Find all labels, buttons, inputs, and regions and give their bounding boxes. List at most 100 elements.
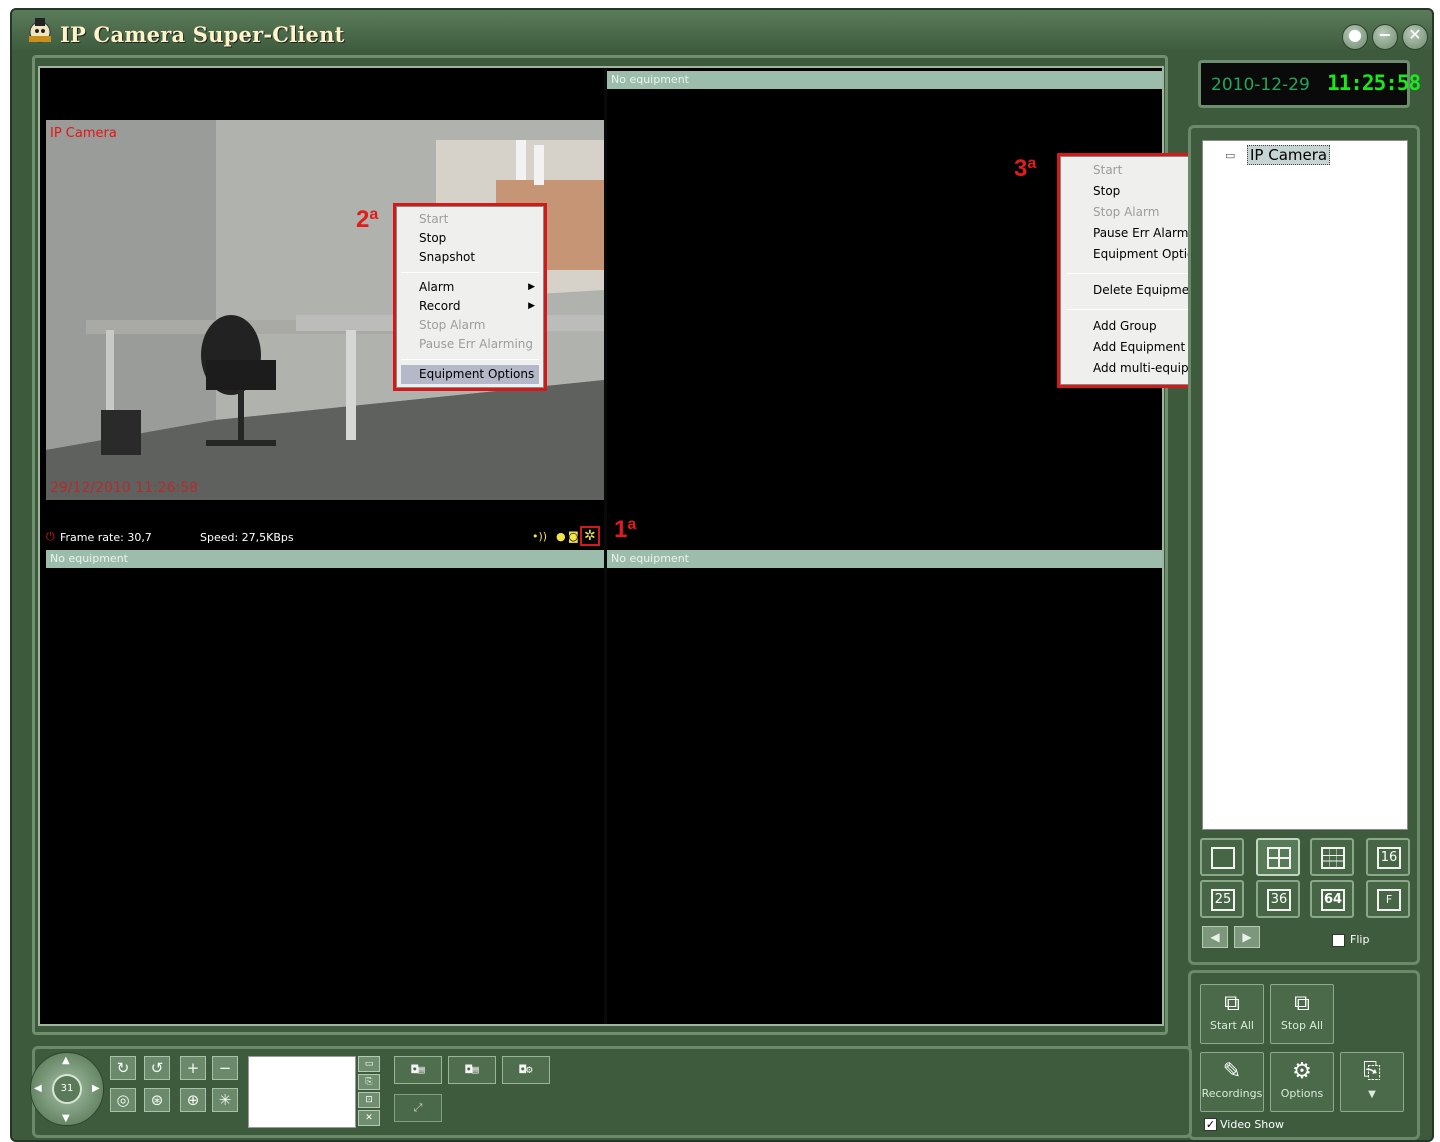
layout-64-button[interactable]: 64 (1310, 880, 1354, 918)
layout-1-button[interactable] (1200, 838, 1244, 876)
options-icon: ⚙ (1292, 1059, 1312, 1084)
ptz-speed-value[interactable]: 31 (52, 1074, 82, 1104)
iris-button[interactable]: ⊛ (144, 1088, 170, 1112)
layout-16-button[interactable]: 16 (1366, 838, 1410, 876)
next-page-button[interactable]: ▶ (1234, 926, 1260, 948)
stop-all-button[interactable]: ⧉ Stop All (1270, 984, 1334, 1044)
close-button[interactable]: ✕ (1402, 24, 1428, 50)
settings-gear-icon[interactable]: ✲ (582, 528, 598, 544)
callout-3: 3a (1014, 155, 1037, 182)
arrow-right-icon[interactable]: ▶ (92, 1083, 100, 1094)
camera-name-overlay: IP Camera (50, 126, 117, 141)
preset-delete-button[interactable]: ✕ (358, 1110, 380, 1126)
snapshot-icon[interactable]: ◙ (568, 530, 579, 543)
menu-item-start[interactable]: Start (397, 210, 543, 229)
layout-64-label: 64 (1321, 889, 1345, 911)
arrow-up-icon[interactable]: ▲ (62, 1055, 70, 1066)
stop-all-icon: ⧉ (1294, 991, 1310, 1016)
audio-icon[interactable]: •)) (532, 530, 547, 543)
prev-page-button[interactable]: ◀ (1202, 926, 1228, 948)
layout-36-label: 36 (1267, 889, 1291, 911)
record-dot-icon[interactable]: ● (556, 530, 566, 543)
video-show-checkbox[interactable]: ✓ (1204, 1118, 1217, 1131)
layout-full-label: F (1377, 889, 1401, 911)
video-grid: No equipment IP Camera 29/12/2010 11:26:… (38, 66, 1164, 1026)
preset-preview (248, 1056, 356, 1128)
menu-item-stop-alarm[interactable]: Stop Alarm (397, 316, 543, 335)
menu-separator (401, 359, 539, 360)
camera-context-menu: Start Stop Snapshot Alarm ▶ Record ▶ Stop … (396, 206, 544, 388)
layout-full-button[interactable]: F (1366, 880, 1410, 918)
ptz-direction-pad[interactable]: 31 ▲ ▼ ◀ ▶ (30, 1052, 104, 1126)
device-tree[interactable]: ▭ IP Camera (1202, 140, 1408, 830)
menu-item-equipment-options[interactable]: Equipment Options (401, 365, 539, 384)
submenu-arrow-icon: ▶ (528, 282, 535, 292)
layout-25-label: 25 (1211, 889, 1235, 911)
clock-display: 2010-12-29 11:25:58 (1198, 60, 1421, 108)
layout-25-button[interactable]: 25 (1200, 880, 1244, 918)
arrow-down-icon[interactable]: ▼ (62, 1113, 70, 1124)
quad-view-icon (1267, 847, 1291, 869)
plus-icon: + (186, 1059, 200, 1077)
menu-item-stop[interactable]: Stop (397, 229, 543, 248)
record-all-button[interactable]: ◘▤ (448, 1056, 496, 1084)
zoom-in-button[interactable]: + (180, 1056, 206, 1080)
menu-icon[interactable]: ● (1342, 24, 1368, 50)
start-all-button[interactable]: ⧉ Start All (1200, 984, 1264, 1044)
start-all-icon: ⧉ (1224, 991, 1240, 1016)
recordings-button[interactable]: ✎ Recordings (1200, 1052, 1264, 1112)
options-button[interactable]: ⚙ Options (1270, 1052, 1334, 1112)
center-button[interactable]: ⊕ (180, 1088, 206, 1112)
tree-node-ip-camera[interactable]: IP Camera (1247, 145, 1331, 165)
camera-record-icon: ◘▤ (411, 1063, 425, 1076)
record-single-button[interactable]: ◘▤ (394, 1056, 442, 1084)
menu-item-record[interactable]: Record ▶ (397, 297, 543, 316)
fullscreen-button[interactable]: ⤢ (394, 1094, 442, 1122)
menu-item-alarm[interactable]: Alarm ▶ (397, 278, 543, 297)
more-menu-button[interactable]: ⎘ ▼ (1340, 1052, 1404, 1112)
layout-4-button[interactable] (1256, 838, 1300, 876)
minus-icon: − (218, 1059, 232, 1077)
rotate-cw-button[interactable]: ↻ (110, 1056, 136, 1080)
preset-clip-button[interactable]: ⎘ (358, 1074, 380, 1090)
arrow-left-icon[interactable]: ◀ (34, 1083, 42, 1094)
flip-checkbox[interactable] (1332, 934, 1345, 947)
title-bar[interactable]: IP Camera Super-Client ● − ✕ (12, 10, 1432, 50)
layout-9-button[interactable] (1310, 838, 1354, 876)
layout-16-label: 16 (1377, 847, 1401, 869)
clock-date: 2010-12-29 (1211, 75, 1310, 95)
speed-text: Speed: 27,5KBps (200, 531, 294, 544)
callout-1: 1a (614, 516, 637, 543)
stop-all-label: Stop All (1280, 1019, 1324, 1032)
callout-2: 2a (356, 206, 379, 233)
camera-status-bar: ⏻ Frame rate: 30,7 Speed: 27,5KBps •)) ●… (46, 528, 604, 548)
panel-status-bottom-right: No equipment (607, 550, 1162, 568)
recordings-icon: ✎ (1222, 1059, 1242, 1084)
focus-button[interactable]: ◎ (110, 1088, 136, 1112)
single-view-icon (1211, 847, 1235, 869)
menu-item-pause-err-alarming[interactable]: Pause Err Alarming (397, 335, 543, 354)
menu-item-snapshot[interactable]: Snapshot (397, 248, 543, 267)
frame-rate-text: Frame rate: 30,7 (60, 531, 152, 544)
rotate-ccw-button[interactable]: ↺ (144, 1056, 170, 1080)
camera-mascot-icon (29, 18, 51, 43)
clock-time: 11:25:58 (1327, 71, 1421, 95)
rotate-cw-icon: ↻ (116, 1059, 130, 1077)
options-label: Options (1280, 1087, 1324, 1100)
preset-set-button[interactable]: ⊡ (358, 1092, 380, 1108)
expand-icon: ⤢ (413, 1101, 423, 1114)
scan-button[interactable]: ✳ (212, 1088, 238, 1112)
flip-label: Flip (1350, 933, 1370, 946)
camera-node-icon: ▭ (1225, 149, 1236, 162)
ptz-control-strip (32, 1046, 1192, 1138)
camera-settings-icon: ◘⚙ (519, 1063, 533, 1076)
power-icon[interactable]: ⏻ (46, 530, 55, 544)
zoom-out-button[interactable]: − (212, 1056, 238, 1080)
camera-record-all-icon: ◘▤ (465, 1063, 479, 1076)
layout-36-button[interactable]: 36 (1256, 880, 1300, 918)
crosshair-icon: ⊕ (186, 1091, 200, 1109)
minimize-button[interactable]: − (1372, 24, 1398, 50)
preset-save-button[interactable]: ▭ (358, 1056, 380, 1072)
start-all-label: Start All (1209, 1019, 1254, 1032)
record-settings-button[interactable]: ◘⚙ (502, 1056, 550, 1084)
